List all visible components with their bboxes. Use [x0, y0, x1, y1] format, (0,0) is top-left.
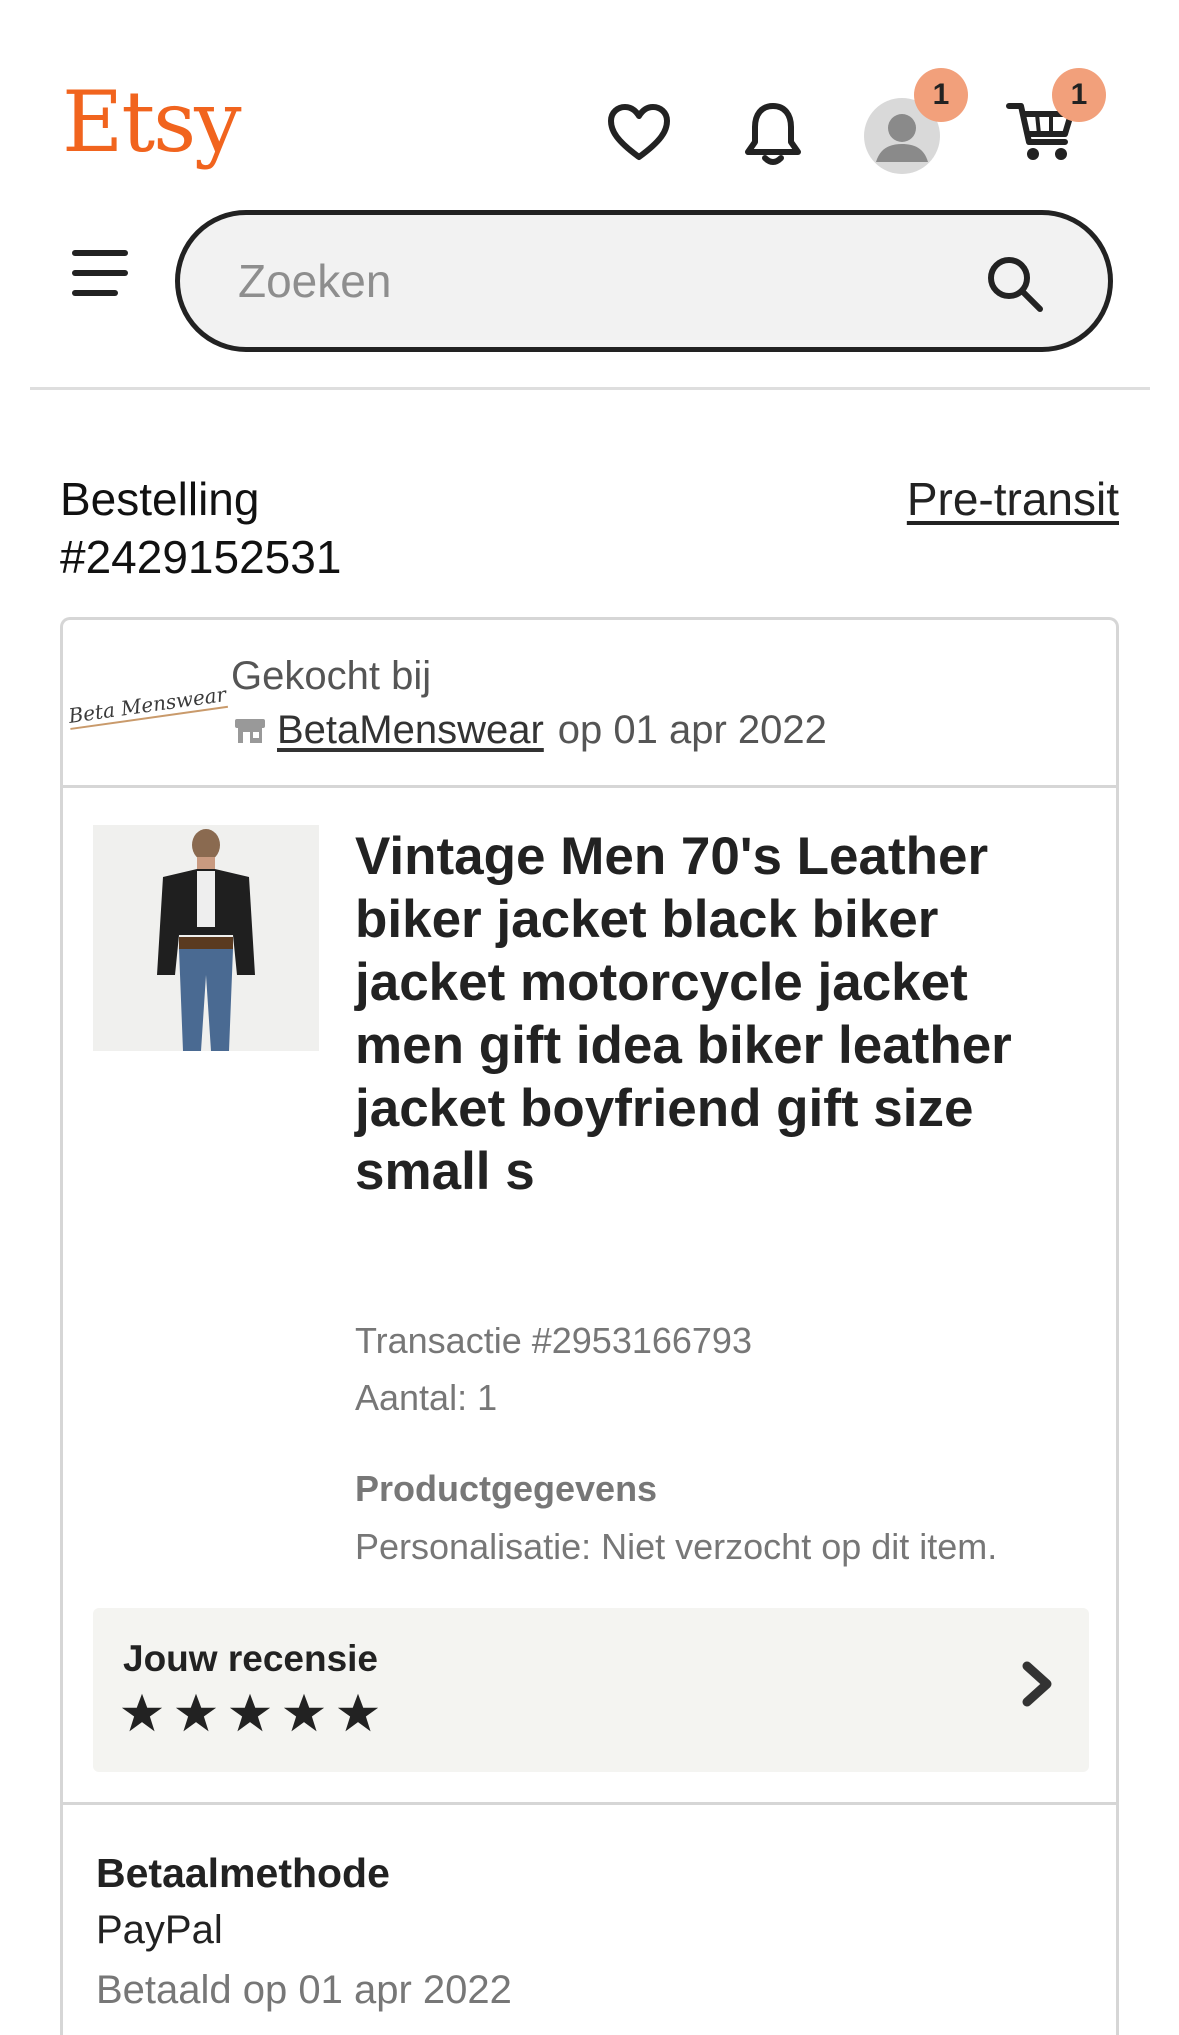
shop-row: Beta Menswear Gekocht bij BetaMenswear o…	[63, 620, 1116, 788]
search-icon[interactable]	[984, 253, 1046, 315]
star-icon	[337, 1693, 379, 1732]
shop-logo-text: Beta Menswear	[66, 682, 228, 730]
payment-method-heading: Betaalmethode	[96, 1850, 390, 1896]
star-icon	[121, 1693, 163, 1732]
order-title: Bestelling #2429152531	[60, 470, 341, 586]
order-label: Bestelling	[60, 473, 260, 525]
shop-icon	[235, 718, 265, 743]
tracking-status-link[interactable]: Pre-transit	[907, 472, 1119, 526]
shop-name-link[interactable]: BetaMenswear	[277, 708, 544, 753]
search-input[interactable]	[238, 245, 958, 317]
payment-method: PayPal	[96, 1908, 223, 1952]
review-label: Jouw recensie	[123, 1638, 379, 1679]
cart-count-badge: 1	[1052, 68, 1106, 122]
star-icon	[175, 1693, 217, 1732]
review-stars	[121, 1692, 379, 1734]
search-bar[interactable]	[175, 210, 1113, 352]
shop-line: BetaMenswear op 01 apr 2022	[233, 708, 827, 753]
menu-icon[interactable]	[72, 250, 130, 296]
chevron-right-icon	[1022, 1661, 1052, 1707]
shop-logo[interactable]: Beta Menswear	[66, 656, 228, 756]
order-card: Beta Menswear Gekocht bij BetaMenswear o…	[60, 617, 1119, 2035]
bell-icon	[745, 103, 801, 165]
bought-from-label: Gekocht bij	[231, 654, 432, 698]
purchase-date: op 01 apr 2022	[557, 708, 827, 752]
your-review-card[interactable]: Jouw recensie	[93, 1608, 1089, 1772]
order-number: #2429152531	[60, 531, 342, 583]
quantity: Aantal: 1	[355, 1377, 498, 1418]
notifications-button[interactable]	[735, 96, 811, 172]
product-details-heading: Productgegevens	[355, 1468, 658, 1509]
account-notification-badge: 1	[914, 68, 968, 122]
product-image[interactable]	[93, 825, 319, 1051]
star-icon	[229, 1693, 271, 1732]
heart-icon	[608, 104, 670, 160]
product-photo	[93, 825, 319, 1051]
personalisation-text: Personalisatie: Niet verzocht op dit ite…	[355, 1526, 998, 1567]
header-divider	[30, 387, 1150, 390]
section-divider	[63, 1802, 1116, 1805]
favorites-button[interactable]	[600, 96, 678, 168]
product-title[interactable]: Vintage Men 70's Leather biker jacket bl…	[355, 825, 1075, 1203]
star-icon	[283, 1693, 325, 1732]
payment-date: Betaald op 01 apr 2022	[96, 1968, 512, 2012]
transaction-number: Transactie #2953166793	[355, 1320, 752, 1361]
etsy-logo[interactable]: Etsy	[62, 80, 242, 164]
